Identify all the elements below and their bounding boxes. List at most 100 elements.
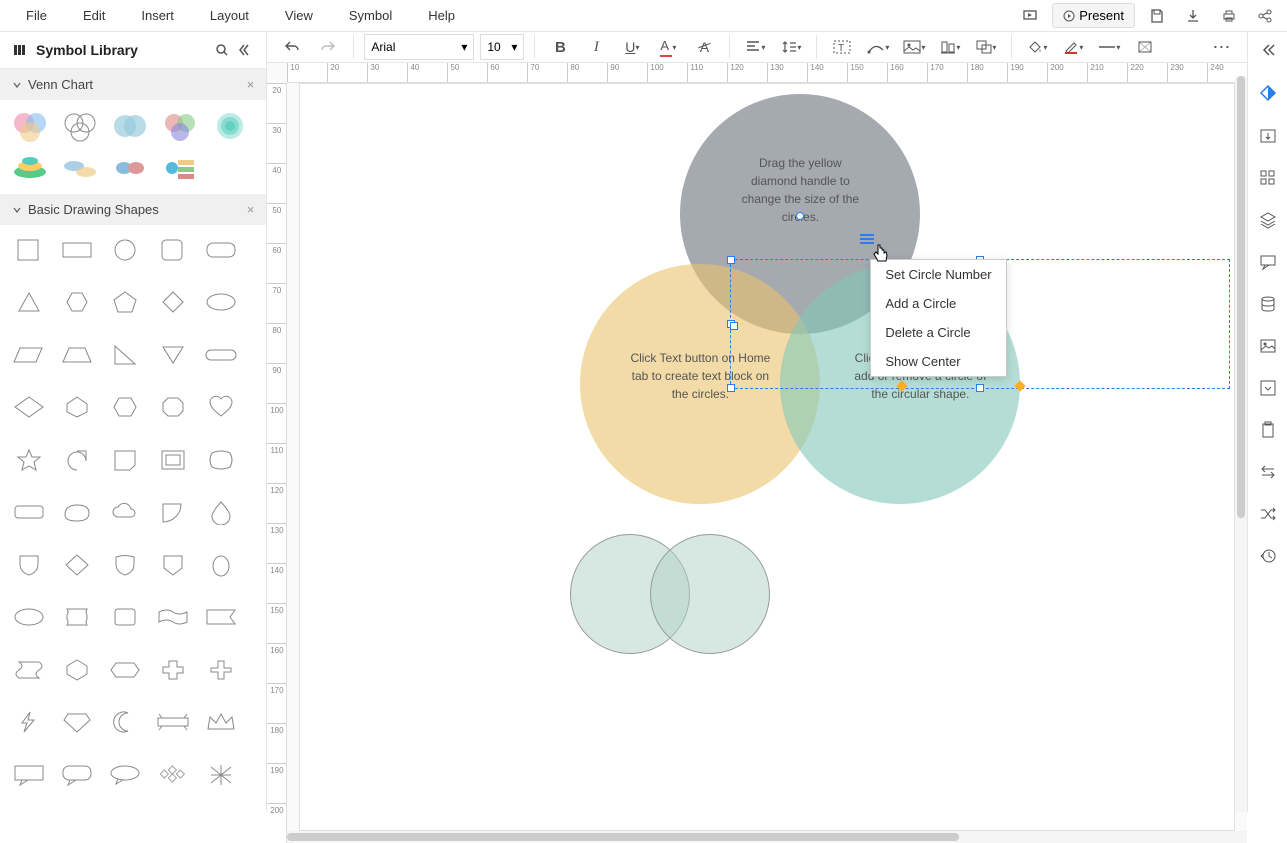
shape-diamond-wide[interactable] xyxy=(8,390,50,424)
menu-help[interactable]: Help xyxy=(410,2,473,29)
scrollbar-horizontal[interactable] xyxy=(287,831,1247,843)
download-icon-button[interactable] xyxy=(1179,2,1207,30)
venn-category-header[interactable]: Venn Chart × xyxy=(0,69,266,100)
database-panel-icon[interactable] xyxy=(1254,290,1282,318)
align-button[interactable]: ▾ xyxy=(740,32,770,62)
shape-pinwheel[interactable] xyxy=(200,758,242,792)
shape-right-triangle[interactable] xyxy=(104,338,146,372)
more-button[interactable]: ⋯ xyxy=(1207,32,1237,62)
scrollbar-vertical[interactable] xyxy=(1235,76,1247,812)
shape-plus[interactable] xyxy=(200,653,242,687)
drawing-canvas[interactable]: Drag the yellow diamond handle to change… xyxy=(299,83,1235,831)
shape-shield[interactable] xyxy=(8,548,50,582)
slideshow-icon-button[interactable] xyxy=(1016,2,1044,30)
text-box-button[interactable]: T xyxy=(827,32,857,62)
bold-button[interactable]: B xyxy=(545,32,575,62)
shape-drop[interactable] xyxy=(200,495,242,529)
italic-button[interactable]: I xyxy=(581,32,611,62)
undo-button[interactable] xyxy=(277,32,307,62)
shape-flag[interactable] xyxy=(200,600,242,634)
group-button[interactable]: ▾ xyxy=(971,32,1001,62)
line-style-button[interactable]: ▾ xyxy=(1094,32,1124,62)
venn-shape-3[interactable] xyxy=(108,108,152,144)
export-panel-icon[interactable] xyxy=(1254,122,1282,150)
basic-shapes-header[interactable]: Basic Drawing Shapes × xyxy=(0,194,266,225)
print-icon-button[interactable] xyxy=(1215,2,1243,30)
shape-shield2[interactable] xyxy=(104,548,146,582)
grid-panel-icon[interactable] xyxy=(1254,164,1282,192)
font-color-button[interactable]: A▾ xyxy=(653,32,683,62)
font-size-select[interactable]: 10▾ xyxy=(480,34,524,60)
shape-hexagon[interactable] xyxy=(104,390,146,424)
menu-view[interactable]: View xyxy=(267,2,331,29)
shape-cross[interactable] xyxy=(152,653,194,687)
theme-panel-icon[interactable] xyxy=(1254,80,1282,108)
resize-handle-mid[interactable] xyxy=(730,322,738,330)
shape-rounded-rect[interactable] xyxy=(200,233,242,267)
close-category-icon[interactable]: × xyxy=(247,202,255,217)
font-select[interactable]: Arial▾ xyxy=(364,34,474,60)
shape-callout-oval[interactable] xyxy=(104,758,146,792)
shape-rounded-rect2[interactable] xyxy=(8,495,50,529)
shape-ellipse2[interactable] xyxy=(8,600,50,634)
shape-rounded-square[interactable] xyxy=(152,233,194,267)
shape-style-button[interactable] xyxy=(1130,32,1160,62)
venn-shape-4[interactable] xyxy=(158,108,202,144)
shape-triangle[interactable] xyxy=(8,285,50,319)
shape-rectangle[interactable] xyxy=(56,233,98,267)
shape-chevron-callout[interactable] xyxy=(104,443,146,477)
shape-diamond-small[interactable] xyxy=(152,285,194,319)
underline-button[interactable]: U▾ xyxy=(617,32,647,62)
shape-square[interactable] xyxy=(8,233,50,267)
action-menu-icon[interactable] xyxy=(860,234,874,244)
redo-button[interactable] xyxy=(313,32,343,62)
menu-symbol[interactable]: Symbol xyxy=(331,2,410,29)
shape-star[interactable] xyxy=(8,443,50,477)
history-panel-icon[interactable] xyxy=(1254,542,1282,570)
venn-shape-6[interactable] xyxy=(8,150,52,186)
ctx-set-circle-number[interactable]: Set Circle Number xyxy=(871,260,1005,289)
shape-heart[interactable] xyxy=(200,390,242,424)
shape-lightning[interactable] xyxy=(8,705,50,739)
shape-plaque[interactable] xyxy=(56,600,98,634)
shape-trapezoid[interactable] xyxy=(56,338,98,372)
venn-shape-2[interactable] xyxy=(58,108,102,144)
save-icon-button[interactable] xyxy=(1143,2,1171,30)
align-objects-button[interactable]: ▾ xyxy=(935,32,965,62)
fill-button[interactable]: ▾ xyxy=(1022,32,1052,62)
layers-panel-icon[interactable] xyxy=(1254,206,1282,234)
shape-ellipse[interactable] xyxy=(200,285,242,319)
shape-wave-rect[interactable] xyxy=(152,600,194,634)
resources-panel-icon[interactable] xyxy=(1254,374,1282,402)
shape-hex-h[interactable] xyxy=(104,653,146,687)
shape-circle[interactable] xyxy=(104,233,146,267)
venn-shape-9[interactable] xyxy=(158,150,202,186)
venn-shape-1[interactable] xyxy=(8,108,52,144)
close-category-icon[interactable]: × xyxy=(247,77,255,92)
ctx-show-center[interactable]: Show Center xyxy=(871,347,1005,376)
connector-button[interactable]: ▾ xyxy=(863,32,893,62)
clipboard-panel-icon[interactable] xyxy=(1254,416,1282,444)
shape-frame[interactable] xyxy=(152,443,194,477)
search-icon[interactable] xyxy=(214,42,230,58)
shape-crown[interactable] xyxy=(200,705,242,739)
shape-moon[interactable] xyxy=(104,705,146,739)
ctx-delete-circle[interactable]: Delete a Circle xyxy=(871,318,1005,347)
comment-panel-icon[interactable] xyxy=(1254,248,1282,276)
menu-edit[interactable]: Edit xyxy=(65,2,123,29)
line-color-button[interactable]: ▾ xyxy=(1058,32,1088,62)
venn-shape-7[interactable] xyxy=(58,150,102,186)
collapse-panel-icon[interactable] xyxy=(1254,458,1282,486)
collapse-sidebar-icon[interactable] xyxy=(238,42,254,58)
shape-cloud[interactable] xyxy=(104,495,146,529)
strikethrough-button[interactable]: A xyxy=(689,32,719,62)
shape-parallelogram[interactable] xyxy=(8,338,50,372)
shape-triangle-down[interactable] xyxy=(152,338,194,372)
share-icon-button[interactable] xyxy=(1251,2,1279,30)
shape-capsule[interactable] xyxy=(200,338,242,372)
shape-blob[interactable] xyxy=(56,495,98,529)
venn-shape-5[interactable] xyxy=(208,108,252,144)
shape-egg[interactable] xyxy=(200,548,242,582)
shape-pillow[interactable] xyxy=(200,443,242,477)
image-panel-icon[interactable] xyxy=(1254,332,1282,360)
